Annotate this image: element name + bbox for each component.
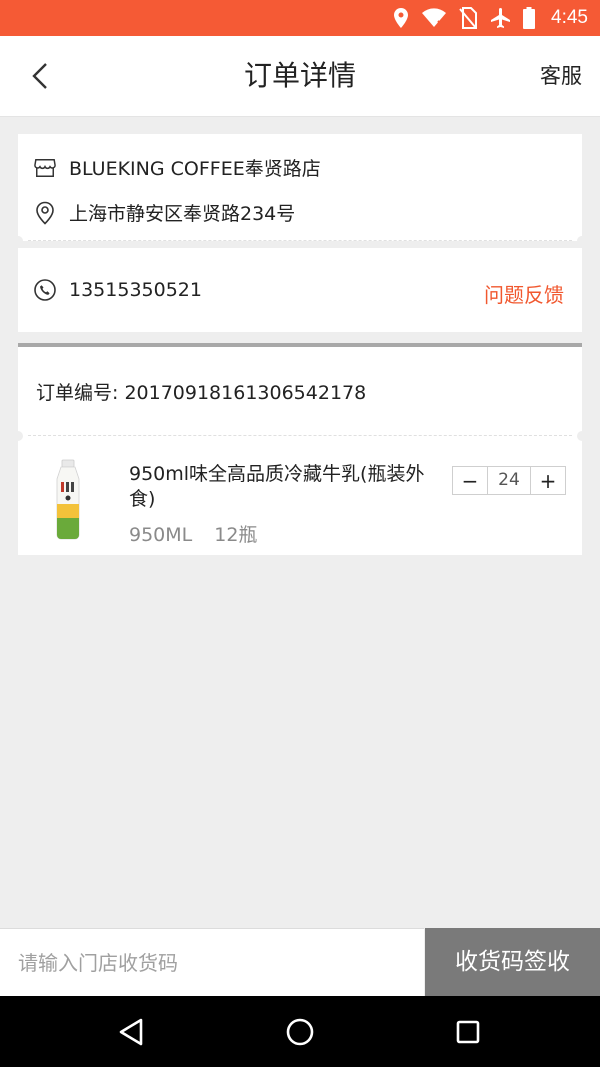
product-spec-row: 950ML 12瓶	[129, 520, 279, 547]
nav-recents-button[interactable]	[450, 1014, 486, 1050]
clock: 4:45	[551, 7, 588, 28]
quantity-stepper: − 24 +	[452, 466, 566, 495]
status-bar: 4:45	[0, 0, 600, 36]
store-card: BLUEKING COFFEE奉贤路店 上海市静安区奉贤路234号	[13, 134, 587, 246]
system-nav-bar	[0, 996, 600, 1067]
customer-service-button[interactable]: 客服	[540, 36, 582, 116]
phone-row[interactable]: 13515350521	[34, 279, 202, 301]
product-spec: 950ML	[129, 524, 193, 546]
ticket-notch	[577, 236, 587, 246]
no-sim-icon	[459, 7, 478, 29]
store-name-row: BLUEKING COFFEE奉贤路店	[34, 154, 321, 181]
recents-square-icon	[456, 1020, 480, 1044]
feedback-button[interactable]: 问题反馈	[484, 279, 564, 308]
back-triangle-icon	[119, 1018, 143, 1046]
store-address-row: 上海市静安区奉贤路234号	[34, 199, 295, 226]
receipt-code-input[interactable]	[0, 929, 408, 997]
battery-icon	[523, 7, 536, 29]
ticket-notch	[13, 431, 23, 441]
airplane-icon	[491, 8, 511, 28]
phone-number: 13515350521	[69, 279, 202, 301]
chevron-left-icon	[32, 63, 47, 89]
increase-button[interactable]: +	[531, 467, 565, 494]
status-icons: 4:45	[393, 0, 588, 36]
home-circle-icon	[286, 1018, 314, 1046]
contact-card: 13515350521 问题反馈	[13, 236, 587, 332]
ticket-notch	[13, 236, 23, 246]
back-button[interactable]	[22, 56, 62, 96]
nav-back-button[interactable]	[114, 1014, 150, 1050]
quantity-value[interactable]: 24	[487, 467, 531, 494]
ticket-notch	[577, 431, 587, 441]
receipt-code-field-wrapper	[0, 928, 424, 997]
receipt-sign-button[interactable]: 收货码签收	[425, 928, 600, 996]
product-name: 950ml味全高品质冷藏牛乳(瓶装外食)	[129, 463, 425, 510]
milk-bottle-icon	[42, 458, 94, 542]
location-pin-icon	[34, 201, 56, 225]
order-number: 订单编号: 20170918161306542178	[36, 382, 367, 404]
card-top-border	[18, 343, 582, 347]
store-name: BLUEKING COFFEE奉贤路店	[69, 158, 321, 180]
decrease-button[interactable]: −	[453, 467, 487, 494]
wifi-icon	[422, 8, 447, 28]
app-bar: 订单详情 客服	[0, 36, 600, 117]
dashed-divider	[28, 435, 572, 436]
page-title: 订单详情	[243, 59, 356, 92]
nav-home-button[interactable]	[282, 1014, 318, 1050]
phone-icon	[34, 279, 56, 301]
dashed-divider	[28, 240, 572, 241]
location-icon	[394, 8, 409, 28]
order-card: 订单编号: 20170918161306542178	[13, 343, 587, 555]
store-address: 上海市静安区奉贤路234号	[69, 203, 296, 225]
product-count: 12瓶	[214, 524, 258, 546]
store-icon	[34, 157, 56, 179]
